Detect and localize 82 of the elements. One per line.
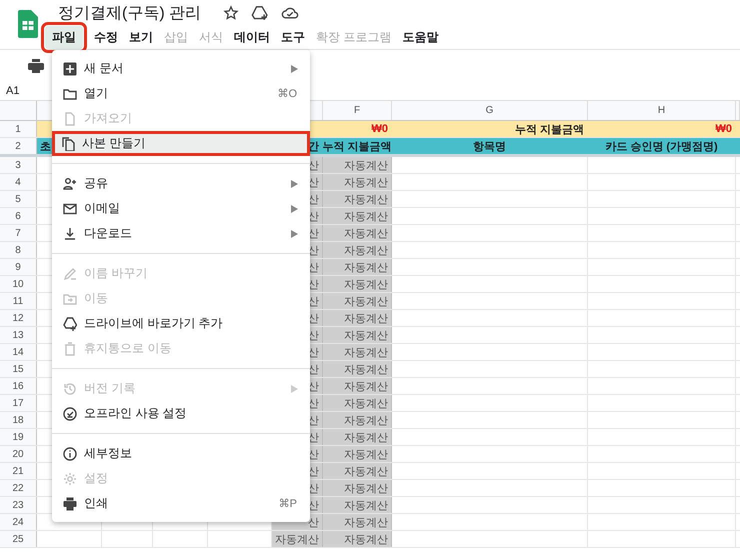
column-header[interactable]: H: [658, 105, 666, 116]
print-icon: [63, 496, 77, 510]
submenu-arrow-icon: [291, 384, 298, 392]
row-number[interactable]: 7: [15, 228, 21, 238]
document-icon: [63, 62, 77, 76]
name-box[interactable]: A1: [6, 85, 20, 97]
star-icon[interactable]: [223, 5, 240, 21]
row-number[interactable]: 3: [15, 160, 21, 170]
cloud-check-icon[interactable]: [281, 6, 300, 20]
row-number[interactable]: 6: [15, 210, 21, 222]
table-cell: 자동계산: [323, 208, 392, 224]
print-icon[interactable]: [28, 59, 44, 73]
table-cell: 자동계산: [323, 327, 392, 343]
cell-text: ₩0: [372, 123, 388, 135]
copy-icon: [61, 136, 75, 150]
submenu-arrow-icon: [291, 204, 298, 212]
sheets-logo-icon[interactable]: [18, 10, 38, 38]
cell-text: 누적 지불금액: [323, 140, 391, 154]
history-icon: [63, 382, 77, 396]
table-cell: 자동계산: [323, 497, 392, 513]
download-icon: [63, 226, 77, 240]
row-number[interactable]: 8: [15, 244, 21, 256]
table-cell: 자동계산: [323, 412, 392, 428]
column-header[interactable]: G: [486, 105, 494, 116]
cell-text: 항목명: [473, 140, 506, 154]
table-cell: 자동계산: [323, 276, 392, 292]
table-cell: 자동계산: [323, 531, 392, 547]
cell-text: ₩0: [716, 123, 732, 135]
drive-add-icon: [63, 316, 77, 330]
info-icon: [63, 446, 77, 460]
trash-icon: [63, 342, 77, 356]
folder-icon: [63, 292, 77, 306]
shortcut-label: ⌘P: [278, 497, 297, 510]
table-cell: 자동계산: [323, 514, 392, 530]
table-cell: 자동계산: [323, 344, 392, 360]
row-number[interactable]: 4: [15, 176, 21, 188]
drive-add-icon[interactable]: [251, 5, 270, 21]
table-cell: 자동계산: [323, 463, 392, 479]
table-cell: 자동계산: [323, 174, 392, 190]
cell-text: 누적 지불금액: [514, 122, 584, 136]
table-cell: 자동계산: [272, 531, 323, 547]
row-number[interactable]: 5: [15, 194, 21, 204]
mail-icon: [63, 202, 77, 216]
table-cell: 자동계산: [323, 259, 392, 275]
menu-bar-item[interactable]: 데이터: [229, 26, 275, 49]
menu-item[interactable]: 열기 ⌘O: [52, 81, 310, 106]
row-number[interactable]: 1: [15, 124, 21, 134]
menu-bar-item[interactable]: 도움말: [397, 26, 444, 49]
menu-bar-item[interactable]: 보기: [124, 26, 158, 49]
table-cell: 자동계산: [323, 361, 392, 377]
settings-icon: [63, 472, 77, 486]
file-icon: [63, 112, 77, 126]
menu-item[interactable]: 사본 만들기: [52, 131, 310, 156]
folder-icon: [63, 86, 77, 100]
menu-bar-item[interactable]: 수정: [89, 26, 123, 49]
submenu-arrow-icon: [291, 180, 298, 188]
submenu-arrow-icon: [291, 64, 298, 72]
table-cell: 자동계산: [323, 242, 392, 258]
cell-text: 초: [40, 140, 51, 154]
table-cell: 자동계산: [323, 395, 392, 411]
offline-check-icon: [63, 406, 77, 420]
menu-item[interactable]: 새 문서: [52, 56, 310, 81]
menu-bar-item[interactable]: 파일: [45, 26, 83, 49]
document-title[interactable]: 정기결제(구독) 관리: [58, 2, 202, 24]
row-number[interactable]: 2: [15, 140, 21, 152]
column-header[interactable]: F: [354, 105, 360, 116]
person-add-icon: [63, 176, 77, 190]
cell-text: 카드 승인명 (가맹점명): [605, 140, 718, 154]
table-cell: 자동계산: [323, 310, 392, 326]
shortcut-label: ⌘O: [277, 87, 297, 100]
table-cell: 자동계산: [323, 480, 392, 496]
row-number[interactable]: 9: [15, 262, 21, 272]
table-cell: 자동계산: [323, 293, 392, 309]
table-cell: 자동계산: [323, 191, 392, 207]
table-cell: 자동계산: [323, 429, 392, 445]
table-cell: 자동계산: [323, 446, 392, 462]
pencil-icon: [63, 266, 77, 280]
table-cell: 자동계산: [323, 378, 392, 394]
submenu-arrow-icon: [291, 230, 298, 238]
menu-bar-item[interactable]: 도구: [276, 26, 310, 49]
table-cell: 자동계산: [323, 157, 392, 173]
table-cell: 자동계산: [323, 225, 392, 241]
